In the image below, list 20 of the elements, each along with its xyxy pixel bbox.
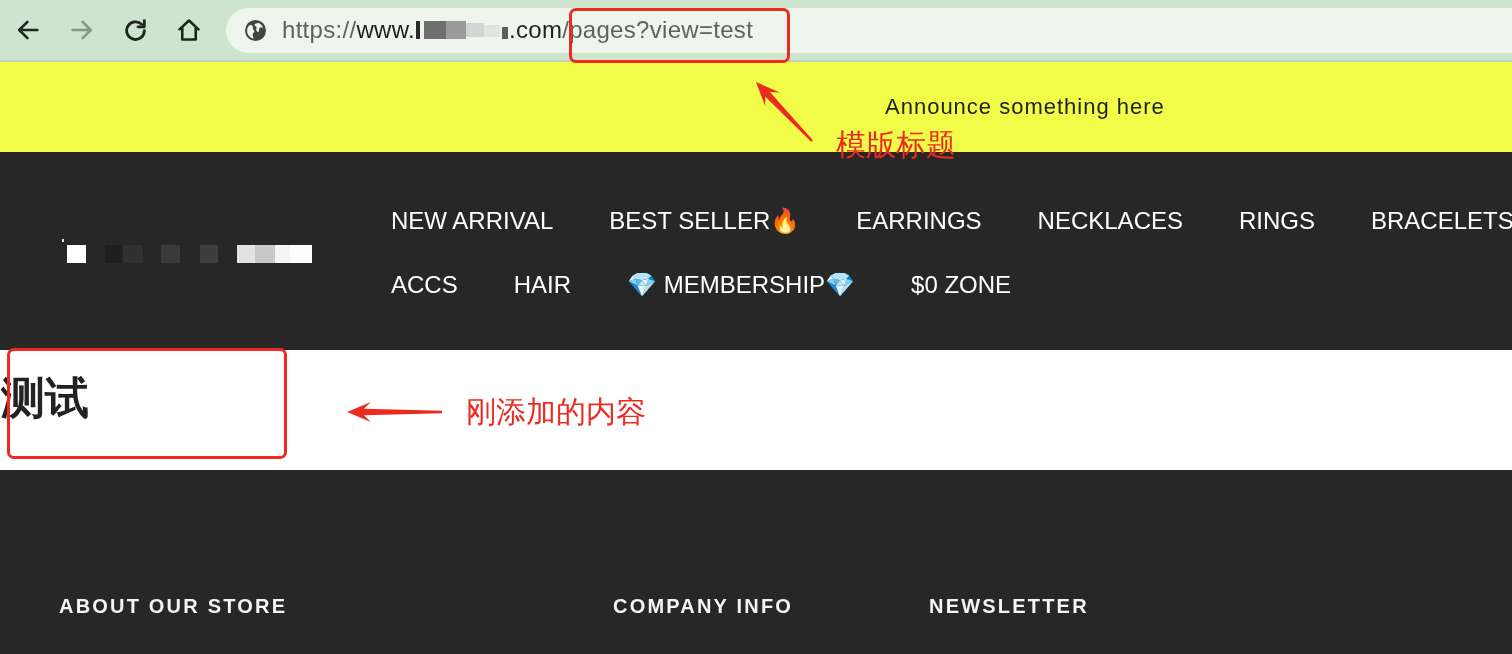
nav-link[interactable]: ACCS xyxy=(391,271,458,299)
globe-icon xyxy=(245,19,266,41)
nav-link[interactable]: EARRINGS xyxy=(856,207,982,235)
annotation-label: 刚添加的内容 xyxy=(466,394,646,430)
nav-link[interactable]: BRACELETS xyxy=(1371,207,1512,235)
nav-link[interactable]: 💎 MEMBERSHIP💎 xyxy=(627,271,856,299)
footer-heading: COMPANY INFO xyxy=(613,594,794,619)
nav-link[interactable]: HAIR xyxy=(513,271,572,299)
nav-link[interactable]: $0 ZONE xyxy=(911,271,1012,299)
nav-link[interactable]: BEST SELLER🔥 xyxy=(609,207,801,235)
nav-link[interactable]: NEW ARRIVAL xyxy=(391,207,554,235)
annotation-arrow xyxy=(756,82,813,142)
announcement-text: Announce something here xyxy=(885,94,1165,120)
nav-link[interactable]: NECKLACES xyxy=(1037,207,1183,235)
home-icon[interactable] xyxy=(178,19,200,41)
nav-link[interactable]: RINGS xyxy=(1239,207,1315,235)
reload-icon[interactable] xyxy=(125,19,146,41)
footer-heading: ABOUT OUR STORE xyxy=(59,594,288,619)
footer-heading: NEWSLETTER xyxy=(929,594,1089,619)
back-arrow-icon[interactable] xyxy=(17,20,39,40)
